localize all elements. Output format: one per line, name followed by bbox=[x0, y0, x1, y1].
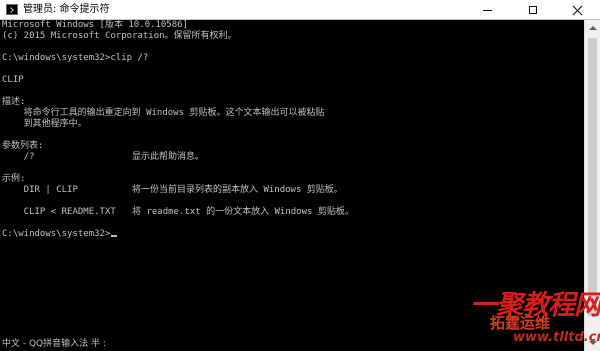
console-line: 示例: bbox=[2, 174, 26, 184]
console-line: 到其他程序中。 bbox=[2, 119, 87, 129]
console-line: Microsoft Windows [版本 10.0.10586] bbox=[2, 20, 188, 30]
prompt-text: C:\windows\system32> bbox=[2, 229, 111, 239]
close-icon bbox=[572, 5, 583, 16]
console-line: CLIP bbox=[2, 75, 24, 85]
scrollbar-thumb[interactable] bbox=[588, 38, 597, 316]
console-line: (c) 2015 Microsoft Corporation。保留所有权利。 bbox=[2, 31, 237, 41]
close-button[interactable] bbox=[555, 0, 600, 20]
scroll-up-icon bbox=[588, 26, 597, 30]
console-line: 参数列表: bbox=[2, 141, 44, 151]
scroll-up-button[interactable] bbox=[585, 20, 600, 36]
command-prompt[interactable]: C:\windows\system32> bbox=[2, 229, 118, 240]
console-line: 将命令行工具的输出重定向到 Windows 剪贴板。这个文本输出可以被粘贴 bbox=[2, 108, 325, 118]
minimize-icon bbox=[483, 9, 492, 11]
watermark-url: www.tlltd.cn bbox=[513, 330, 600, 345]
console-line: /? 显示此帮助消息。 bbox=[2, 152, 205, 162]
console-line: C:\windows\system32>clip /? bbox=[2, 53, 149, 63]
minimize-button[interactable] bbox=[465, 0, 510, 20]
maximize-icon bbox=[528, 6, 537, 14]
maximize-button[interactable] bbox=[510, 0, 555, 20]
console-line: CLIP < README.TXT 将 readme.txt 的一份文本放入 W… bbox=[2, 207, 354, 217]
cmd-icon bbox=[6, 4, 18, 15]
console-line: 描述: bbox=[2, 97, 26, 107]
title-bar[interactable]: 管理员: 命令提示符 bbox=[0, 0, 600, 20]
ime-status: 中文 - QQ拼音输入法 半 : bbox=[2, 339, 106, 349]
window-title: 管理员: 命令提示符 bbox=[23, 4, 110, 15]
text-cursor bbox=[111, 235, 118, 237]
console-line: DIR | CLIP 将一份当前目录列表的副本放入 Windows 剪贴板。 bbox=[2, 185, 343, 195]
